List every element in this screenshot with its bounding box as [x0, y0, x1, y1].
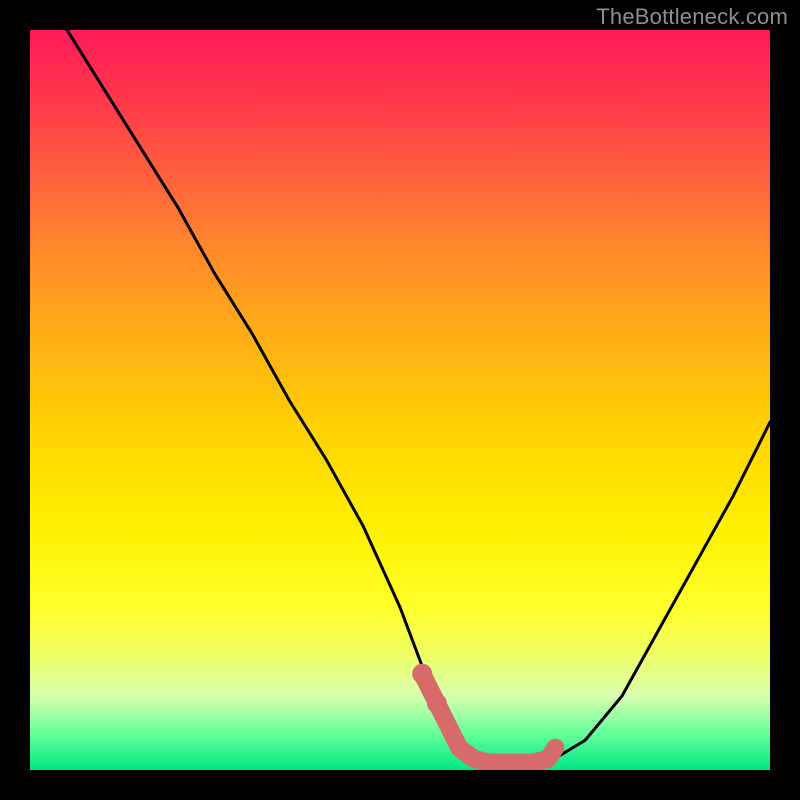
plot-area — [30, 30, 770, 770]
watermark-text: TheBottleneck.com — [596, 4, 788, 30]
marker-dot — [412, 664, 432, 684]
marker-dot — [427, 693, 447, 713]
chart-stage: TheBottleneck.com — [0, 0, 800, 800]
bottleneck-curve — [67, 30, 770, 766]
curve-layer — [30, 30, 770, 770]
sweet-spot-marker — [422, 674, 555, 763]
